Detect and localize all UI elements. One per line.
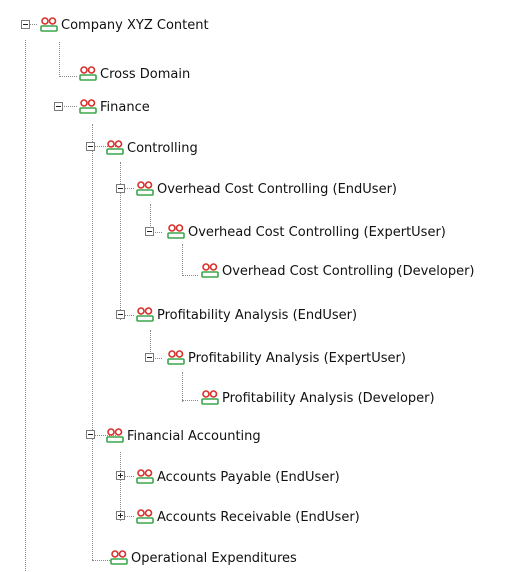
user-group-icon <box>167 350 185 365</box>
expand-toggle[interactable] <box>116 471 125 480</box>
user-group-icon <box>79 66 97 81</box>
user-group-icon <box>167 224 185 239</box>
user-group-icon <box>106 428 124 443</box>
collapse-toggle[interactable] <box>145 227 154 236</box>
tree-connector <box>59 42 60 77</box>
tree-node-label: Controlling <box>127 141 198 156</box>
user-group-icon <box>79 99 97 114</box>
expand-toggle[interactable] <box>116 511 125 520</box>
tree-node-label: Profitability Analysis (EndUser) <box>157 308 358 323</box>
tree-node-label: Accounts Payable (EndUser) <box>157 470 340 485</box>
collapse-toggle[interactable] <box>21 20 30 29</box>
tree-connector <box>25 40 26 571</box>
user-group-icon <box>40 17 58 32</box>
user-group-icon <box>136 509 154 524</box>
tree-connector <box>182 244 183 276</box>
tree-connector <box>182 372 183 402</box>
user-group-icon <box>110 550 128 565</box>
tree-connector <box>182 275 198 276</box>
collapse-toggle[interactable] <box>145 353 154 362</box>
user-group-icon <box>106 140 124 155</box>
tree-node-label: Financial Accounting <box>127 429 261 444</box>
collapse-toggle[interactable] <box>116 310 125 319</box>
user-group-icon <box>136 469 154 484</box>
tree-node-label: Accounts Receivable (EndUser) <box>157 510 360 525</box>
collapse-toggle[interactable] <box>86 142 95 151</box>
user-group-icon <box>201 390 219 405</box>
tree-connector <box>92 560 110 561</box>
tree-connector <box>59 76 77 77</box>
tree-node-label: Finance <box>100 100 150 115</box>
tree-node-label: Overhead Cost Controlling (ExpertUser) <box>188 225 446 240</box>
tree-connector <box>92 124 93 560</box>
tree-node-label: Operational Expenditures <box>131 551 297 566</box>
tree-node-label: Overhead Cost Controlling (EndUser) <box>157 182 397 197</box>
user-group-icon <box>136 181 154 196</box>
collapse-toggle[interactable] <box>116 184 125 193</box>
role-tree: Company XYZ Content Cross Domain Finance… <box>0 0 519 571</box>
tree-node-label: Company XYZ Content <box>61 18 209 33</box>
tree-connector <box>182 400 198 401</box>
tree-node-label: Profitability Analysis (ExpertUser) <box>188 351 406 366</box>
tree-node-label: Overhead Cost Controlling (Developer) <box>222 264 475 279</box>
user-group-icon <box>136 307 154 322</box>
collapse-toggle[interactable] <box>54 102 63 111</box>
user-group-icon <box>201 263 219 278</box>
collapse-toggle[interactable] <box>86 430 95 439</box>
tree-node-label: Cross Domain <box>100 67 191 82</box>
tree-node-label: Profitability Analysis (Developer) <box>222 391 435 406</box>
